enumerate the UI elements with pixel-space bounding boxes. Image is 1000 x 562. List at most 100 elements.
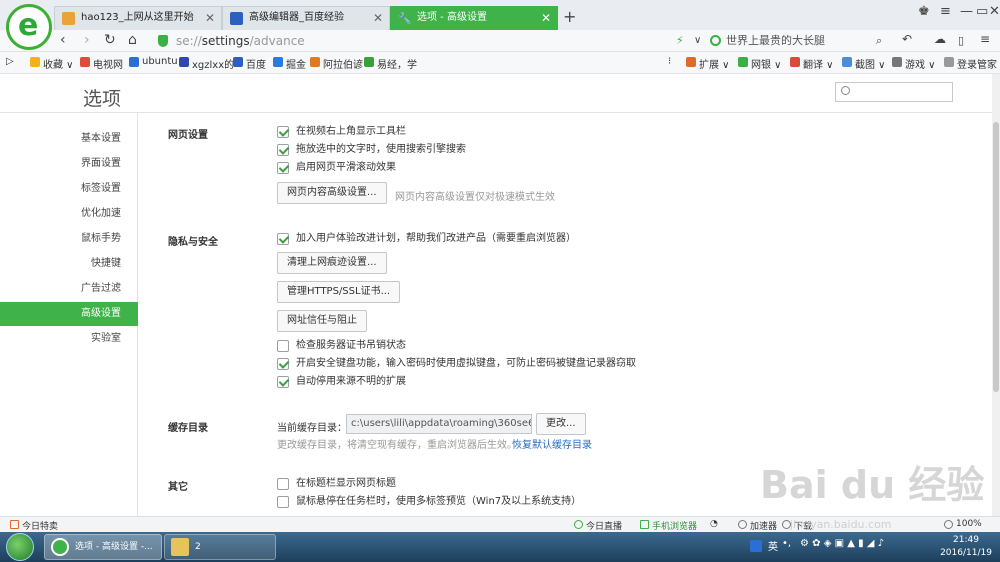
search-engine-box[interactable]: 世界上最贵的大长腿	[708, 32, 890, 50]
change-cache-button[interactable]: 更改...	[536, 413, 586, 435]
daily-sale-link[interactable]: 今日特卖	[10, 519, 58, 532]
maximize-icon[interactable]: ▭	[976, 4, 988, 19]
sidebar-item-interface[interactable]: 界面设置	[0, 152, 138, 176]
clock-time: 21:49	[953, 535, 979, 545]
search-icon	[841, 86, 850, 95]
checkbox-icon	[277, 233, 289, 245]
clock-date: 2016/11/19	[940, 548, 992, 558]
toolbar-screenshot[interactable]: 截图 ∨	[842, 56, 886, 71]
new-tab-button[interactable]: +	[563, 7, 576, 26]
checkbox-video-toolbar[interactable]: 在视频右上角显示工具栏	[277, 126, 406, 138]
settings-search-input[interactable]	[835, 82, 953, 102]
checkbox-title-in-titlebar[interactable]: 在标题栏显示网页标题	[277, 478, 396, 490]
zoom-icon	[944, 520, 953, 529]
home-icon[interactable]: ⌂	[128, 32, 137, 48]
sidebar-item-shortcuts[interactable]: 快捷键	[0, 252, 138, 276]
taskbar-browser-window[interactable]: 选项 - 高级设置 -...	[44, 534, 162, 560]
url-trust-block-button[interactable]: 网址信任与阻止	[277, 310, 367, 332]
input-method-icon[interactable]	[750, 540, 762, 552]
toolbar-banking[interactable]: 网银 ∨	[738, 56, 782, 71]
tab-hao123[interactable]: hao123_上网从这里开始 ✕	[54, 6, 222, 30]
toolbar-login-manager[interactable]: 登录管家	[944, 56, 997, 71]
phone-icon[interactable]: ▯	[958, 34, 964, 47]
sidebar-item-adblock[interactable]: 广告过滤	[0, 277, 138, 301]
tray-icons[interactable]: ⚙ ✿ ◈ ▣ ▲ ▮ ◢ ♪	[800, 538, 884, 549]
toolbar-extensions[interactable]: 扩展 ∨	[686, 56, 730, 71]
close-icon[interactable]: ✕	[205, 7, 215, 29]
tab-title: hao123_上网从这里开始	[81, 12, 194, 23]
bookmark-favorites[interactable]: 收藏 ∨	[30, 56, 74, 71]
skin-icon[interactable]: ♚	[918, 4, 930, 19]
bookmark-item[interactable]: ubuntu	[129, 56, 178, 67]
clear-traces-button[interactable]: 清理上网痕迹设置...	[277, 252, 387, 274]
sidebar-item-advanced[interactable]: 高级设置	[0, 302, 138, 326]
manage-certificates-button[interactable]: 管理HTTPS/SSL证书...	[277, 281, 401, 303]
menu-icon[interactable]: ≡	[980, 32, 990, 46]
chevron-down-icon[interactable]: ∨	[694, 35, 701, 46]
checkbox-icon	[277, 478, 289, 490]
cloud-icon[interactable]: ☁	[934, 32, 946, 46]
checkbox-smooth-scroll[interactable]: 启用网页平滑滚动效果	[277, 162, 396, 174]
toolbar-games[interactable]: 游戏 ∨	[892, 56, 936, 71]
system-clock[interactable]: 21:49 2016/11/19	[938, 534, 994, 560]
bookmarks-toggle-icon[interactable]: ▷	[6, 56, 14, 67]
live-today-button[interactable]: 今日直播	[574, 519, 622, 532]
sidebar-item-tabs[interactable]: 标签设置	[0, 177, 138, 201]
forward-icon[interactable]: ›	[84, 32, 90, 48]
ime-options-icon[interactable]: •,	[782, 538, 791, 549]
checkbox-icon	[277, 358, 289, 370]
browser-logo: e	[6, 4, 52, 50]
more-icon[interactable]: ⁝	[668, 56, 671, 67]
close-window-icon[interactable]: ✕	[989, 4, 1000, 19]
taskbar-folder-window[interactable]: 2	[164, 534, 276, 560]
checkbox-drag-search[interactable]: 拖放选中的文字时，使用搜索引擎搜索	[277, 144, 466, 156]
section-title-other: 其它	[168, 482, 188, 493]
back-icon[interactable]: ‹	[60, 32, 66, 48]
scrollbar-thumb[interactable]	[993, 122, 999, 392]
search-icon[interactable]: ⌕	[876, 34, 882, 48]
checkbox-icon	[277, 162, 289, 174]
grid-icon	[686, 57, 696, 67]
checkbox-taskbar-preview[interactable]: 鼠标悬停在任务栏时，使用多标签预览（Win7及以上系统支持）	[277, 496, 581, 508]
start-button[interactable]	[6, 533, 34, 561]
bookmark-item[interactable]: 易经，学	[364, 56, 417, 71]
close-icon[interactable]: ✕	[541, 7, 551, 29]
bookmark-item[interactable]: 百度	[233, 56, 266, 71]
sidebar-item-labs[interactable]: 实验室	[0, 327, 138, 351]
bookmark-item[interactable]: 阿拉伯谚	[310, 56, 363, 71]
restore-default-cache-link[interactable]: 恢复默认缓存目录	[512, 436, 592, 451]
cache-path-field[interactable]: c:\users\lili\appdata\roaming\360se6\Use…	[346, 414, 532, 434]
baidu-icon	[233, 57, 243, 67]
gauge-icon[interactable]: ◔	[710, 519, 718, 529]
zoom-level-button[interactable]: 100%	[944, 519, 982, 529]
undo-icon[interactable]: ↶	[902, 32, 912, 46]
accelerator-button[interactable]: 加速器	[738, 519, 777, 532]
checkbox-icon	[277, 340, 289, 352]
url-input[interactable]: se://settings/advance	[152, 31, 682, 51]
cache-note: 更改缓存目录，将清空现有缓存，重启浏览器后生效。	[277, 440, 517, 451]
tab-settings-advanced[interactable]: 🔧 选项 - 高级设置 ✕	[390, 6, 558, 30]
checkbox-user-experience[interactable]: 加入用户体验改进计划，帮助我们改进产品（需要重启浏览器）	[277, 233, 576, 245]
checkbox-cert-revocation[interactable]: 检查服务器证书吊销状态	[277, 340, 406, 352]
sidebar-item-optimize[interactable]: 优化加速	[0, 202, 138, 226]
menu-icon[interactable]: ≡	[940, 4, 951, 19]
checkbox-secure-keyboard[interactable]: 开启安全键盘功能，输入密码时使用虚拟键盘，可防止密码被键盘记录器窃取	[277, 358, 636, 370]
scissors-icon	[842, 57, 852, 67]
web-content-advanced-button[interactable]: 网页内容高级设置...	[277, 182, 387, 204]
tab-title: 高级编辑器_百度经验	[249, 12, 344, 23]
bookmark-item[interactable]: 电视网	[80, 56, 123, 71]
section-title-web: 网页设置	[168, 130, 208, 141]
minimize-icon[interactable]: —	[960, 4, 973, 19]
bookmark-item[interactable]: 掘金	[273, 56, 306, 71]
bookmark-item[interactable]: xgzlxx的	[179, 56, 234, 71]
sidebar-item-mouse-gestures[interactable]: 鼠标手势	[0, 227, 138, 251]
checkbox-disable-unknown-extensions[interactable]: 自动停用来源不明的扩展	[277, 376, 406, 388]
tab-baidu-jingyan[interactable]: 高级编辑器_百度经验 ✕	[222, 6, 390, 30]
speed-mode-icon[interactable]: ⚡	[676, 34, 684, 47]
mobile-browser-button[interactable]: 手机浏览器	[640, 519, 697, 532]
close-icon[interactable]: ✕	[373, 7, 383, 29]
toolbar-translate[interactable]: 翻译 ∨	[790, 56, 834, 71]
refresh-icon[interactable]: ↻	[104, 32, 116, 48]
sidebar-item-basic[interactable]: 基本设置	[0, 127, 138, 151]
input-language[interactable]: 英	[768, 538, 778, 553]
